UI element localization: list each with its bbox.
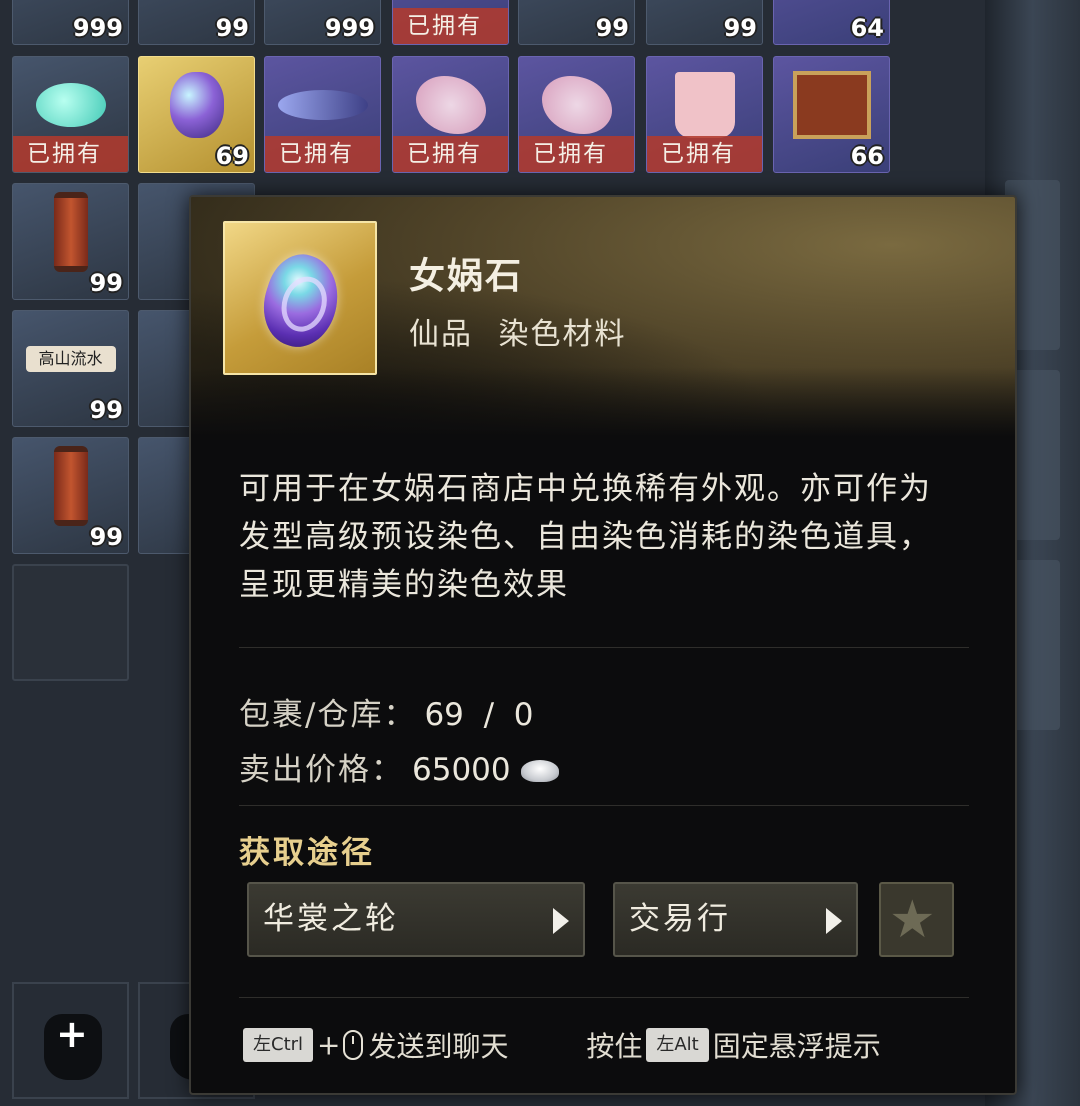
divider <box>239 997 969 998</box>
owned-badge: 已拥有55 <box>647 136 762 172</box>
storage-value: 69 / 0 <box>424 697 534 733</box>
source-button-huashang-wheel[interactable]: 华裳之轮 <box>247 882 585 957</box>
slot-quantity: 99 <box>89 269 123 297</box>
inventory-slot[interactable]: 已拥有64 <box>392 0 509 45</box>
item-grade-type: 仙品 染色材料 <box>409 317 627 352</box>
mouse-icon <box>342 1030 363 1060</box>
alt-key-badge: 左Alt <box>646 1028 709 1062</box>
favorite-button[interactable]: ★ <box>879 882 954 957</box>
inventory-slot[interactable]: 64 <box>773 0 890 45</box>
inventory-slot[interactable]: 99 <box>518 0 635 45</box>
banner-icon: 高山流水 <box>25 346 116 373</box>
inventory-slot[interactable]: 高山流水 99 <box>12 310 129 427</box>
source-label: 交易行 <box>629 901 731 937</box>
item-tooltip: 女娲石 仙品 染色材料 可用于在女娲石商店中兑换稀有外观。亦可作为发型高级预设染… <box>189 195 1017 1095</box>
divider <box>239 647 969 648</box>
inventory-slot-selected[interactable]: 69 <box>138 56 255 173</box>
owned-badge: 已拥有64 <box>265 136 380 172</box>
plus-icon: + <box>56 1012 88 1056</box>
owned-badge: 已拥有62 <box>393 136 508 172</box>
nuwa-stone-icon <box>223 221 377 375</box>
arrow-right-icon <box>553 908 569 934</box>
star-icon: ★ <box>889 890 936 950</box>
inventory-slot[interactable]: 999 <box>12 0 129 45</box>
source-label: 华裳之轮 <box>263 901 399 937</box>
slot-quantity: 64 <box>850 14 884 42</box>
butterfly-icon <box>415 76 486 135</box>
fish-icon <box>35 83 106 128</box>
gem-icon <box>252 246 350 356</box>
inventory-slot-empty[interactable] <box>12 564 129 681</box>
slot-quantity: 99 <box>89 396 123 424</box>
storage-count: 包裹/仓库： 69 / 0 <box>239 689 533 734</box>
silver-ingot-icon <box>520 760 559 782</box>
arrow-right-icon <box>826 908 842 934</box>
inventory-slot[interactable]: 99 <box>12 183 129 300</box>
send-to-chat-hint: 发送到聊天 <box>368 1030 509 1063</box>
inventory-slot[interactable]: 已拥有56 <box>518 56 635 173</box>
slot-quantity: 99 <box>215 14 249 42</box>
apron-icon <box>674 72 735 139</box>
owned-badge: 已拥有56 <box>519 136 634 172</box>
price-label: 卖出价格： <box>239 752 404 788</box>
gift-box-icon <box>792 71 871 140</box>
inventory-slot[interactable]: 99 <box>12 437 129 554</box>
ctrl-key-badge: 左Ctrl <box>243 1028 314 1062</box>
inventory-slot[interactable]: 已拥有62 <box>392 56 509 173</box>
inventory-slot[interactable]: 99 <box>138 0 255 45</box>
slot-quantity: 999 <box>324 14 375 42</box>
slot-quantity: 69 <box>215 142 249 170</box>
plus-sign: + <box>317 1028 341 1062</box>
slot-quantity: 999 <box>72 14 123 42</box>
feather-icon <box>277 90 368 121</box>
item-name: 女娲石 <box>409 256 524 297</box>
butterfly-icon <box>541 76 612 135</box>
price-value: 65000 <box>412 752 511 788</box>
slot-quantity: 99 <box>595 14 629 42</box>
slot-quantity: 66 <box>850 142 884 170</box>
scroll-icon <box>53 192 88 273</box>
owned-badge: 已拥有59 <box>13 136 128 172</box>
slot-quantity: 99 <box>723 14 757 42</box>
inventory-slot[interactable]: 66 <box>773 56 890 173</box>
sell-price: 卖出价格： 65000 <box>239 744 559 789</box>
inventory-slot[interactable]: 已拥有55 <box>646 56 763 173</box>
add-bag-button[interactable]: + <box>12 982 129 1099</box>
inventory-slot[interactable]: 999 <box>264 0 381 45</box>
slot-quantity: 99 <box>89 523 123 551</box>
inventory-slot[interactable]: 99 <box>646 0 763 45</box>
storage-label: 包裹/仓库： <box>239 697 417 733</box>
nuwa-stone-icon <box>169 72 224 139</box>
source-button-trading-house[interactable]: 交易行 <box>613 882 858 957</box>
scroll-icon <box>53 446 88 527</box>
item-description: 可用于在女娲石商店中兑换稀有外观。亦可作为发型高级预设染色、自由染色消耗的染色道… <box>239 471 932 603</box>
inventory-slot[interactable]: 已拥有64 <box>264 56 381 173</box>
tooltip-hints: 左Ctrl + 发送到聊天 按住 左Alt 固定悬浮提示 <box>239 1025 881 1065</box>
owned-badge: 已拥有64 <box>393 8 508 44</box>
inventory-slot[interactable]: 已拥有59 <box>12 56 129 173</box>
hold-hint: 按住 <box>586 1030 643 1063</box>
pin-tooltip-hint: 固定悬浮提示 <box>712 1030 881 1063</box>
acquire-section-title: 获取途径 <box>239 835 375 871</box>
divider <box>239 805 969 806</box>
